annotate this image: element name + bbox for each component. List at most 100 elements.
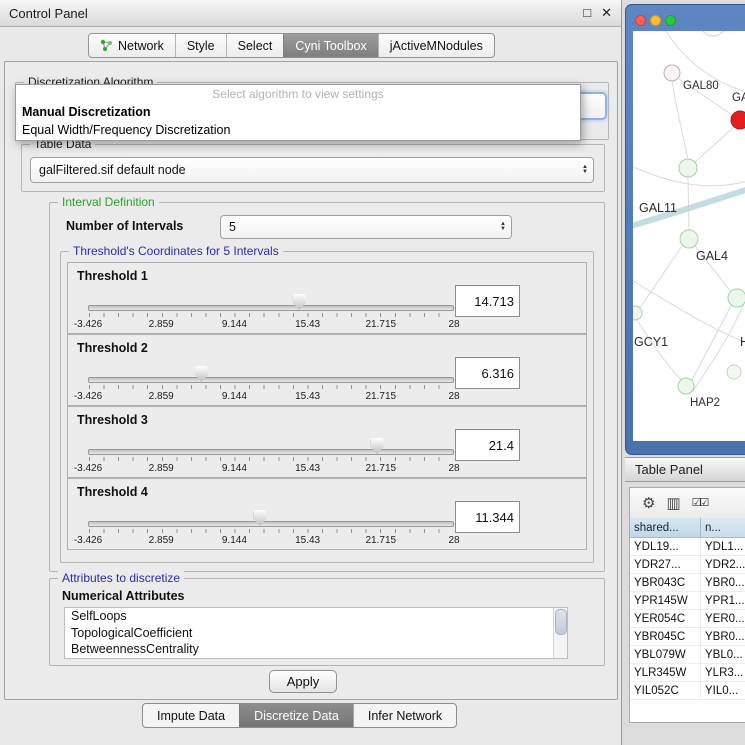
minimize-traffic-light[interactable]: [650, 15, 661, 26]
tab-discretize-data[interactable]: Discretize Data: [239, 704, 353, 727]
table-cell[interactable]: YLR3...: [701, 664, 745, 681]
numerical-attributes-list[interactable]: SelfLoopsTopologicalCoefficientBetweenne…: [64, 607, 568, 659]
dropdown-option-equal-width-frequency[interactable]: Equal Width/Frequency Discretization: [16, 121, 580, 139]
table-cell[interactable]: YBL079W: [630, 646, 701, 663]
threshold-1-slider[interactable]: -3.4262.8599.14415.4321.71528: [88, 289, 454, 331]
slider-ticks: [89, 313, 453, 317]
table-row[interactable]: YDR27...YDR2...: [630, 556, 745, 574]
table-cell[interactable]: YIL052C: [630, 682, 701, 699]
attribute-list-item[interactable]: SelfLoops: [65, 608, 554, 625]
slider-scale-label: 15.43: [295, 463, 320, 474]
thresholds-coordinates-group: Threshold's Coordinates for 5 Intervals …: [60, 251, 594, 563]
threshold-2-value-field[interactable]: 6.316: [455, 357, 520, 389]
table-cell[interactable]: YLR345W: [630, 664, 701, 681]
table-cell[interactable]: YBR0...: [701, 574, 745, 591]
tab-cyni-toolbox[interactable]: Cyni Toolbox: [283, 34, 377, 57]
table-panel-header[interactable]: Table Panel: [625, 457, 745, 482]
threshold-4-value-field[interactable]: 11.344: [455, 501, 520, 533]
table-row[interactable]: YER054CYER0...: [630, 610, 745, 628]
threshold-2-slider[interactable]: -3.4262.8599.14415.4321.71528: [88, 361, 454, 403]
node-label: HAP2: [690, 397, 720, 409]
slider-scale-label: 28: [448, 535, 459, 546]
scrollbar-thumb[interactable]: [555, 609, 567, 635]
attribute-list-item[interactable]: BetweennessCentrality: [65, 641, 554, 658]
column-header-shared-name[interactable]: shared...: [630, 518, 701, 538]
list-scrollbar[interactable]: [553, 608, 567, 658]
threshold-3-value-field[interactable]: 21.4: [455, 429, 520, 461]
table-row[interactable]: YBR043CYBR0...: [630, 574, 745, 592]
tab-select[interactable]: Select: [226, 34, 284, 57]
network-node[interactable]: [727, 365, 741, 379]
slider-scale-label: 9.144: [222, 463, 247, 474]
table-cell[interactable]: YPR145W: [630, 592, 701, 609]
slider-scale-label: 2.859: [149, 463, 174, 474]
number-of-intervals-combobox[interactable]: 5 ▲ ▼: [220, 215, 512, 239]
table-cell[interactable]: YBR0...: [701, 628, 745, 645]
table-cell[interactable]: YER0...: [701, 610, 745, 627]
slider-track: [88, 377, 454, 383]
show-columns-icon[interactable]: ▥: [666, 496, 680, 511]
table-cell[interactable]: YDL1...: [701, 538, 745, 555]
selected-network-node[interactable]: [731, 111, 745, 129]
tab-label: Discretize Data: [254, 709, 339, 723]
tab-infer-network[interactable]: Infer Network: [353, 704, 456, 727]
select-columns-checks-icon[interactable]: ☑☑: [692, 498, 708, 509]
tab-network[interactable]: Network: [89, 34, 175, 57]
table-row[interactable]: YLR345WYLR3...: [630, 664, 745, 682]
threshold-1-value-field[interactable]: 14.713: [455, 285, 520, 317]
table-cell[interactable]: YBR043C: [630, 574, 701, 591]
table-row[interactable]: YIL052CYIL0...: [630, 682, 745, 700]
network-canvas[interactable]: GAL80 GA GAL11 GAL4 GCY1 H HAP2: [633, 31, 745, 441]
table-row[interactable]: YBR045CYBR0...: [630, 628, 745, 646]
threshold-label: Threshold 3: [77, 413, 148, 427]
network-node[interactable]: [728, 289, 745, 307]
table-cell[interactable]: YDR2...: [701, 556, 745, 573]
table-settings-gear-icon[interactable]: ⚙: [642, 496, 655, 511]
table-row[interactable]: YDL19...YDL1...: [630, 538, 745, 556]
attributes-to-discretize-group: Attributes to discretize Numerical Attri…: [49, 578, 605, 666]
table-cell[interactable]: YBR045C: [630, 628, 701, 645]
slider-scale-label: -3.426: [74, 319, 102, 330]
table-cell[interactable]: YDL19...: [630, 538, 701, 555]
table-cell[interactable]: YDR27...: [630, 556, 701, 573]
table-row[interactable]: YBL079WYBL0...: [630, 646, 745, 664]
threshold-4-slider[interactable]: -3.4262.8599.14415.4321.71528: [88, 505, 454, 547]
tab-impute-data[interactable]: Impute Data: [143, 704, 239, 727]
float-window-icon[interactable]: □: [583, 5, 591, 21]
network-node[interactable]: [680, 230, 698, 248]
slider-scale-label: 9.144: [222, 319, 247, 330]
slider-ticks: [89, 529, 453, 533]
network-node[interactable]: [678, 378, 694, 394]
threshold-3-slider[interactable]: -3.4262.8599.14415.4321.71528: [88, 433, 454, 475]
table-cell[interactable]: YPR1...: [701, 592, 745, 609]
table-row[interactable]: YPR145WYPR1...: [630, 592, 745, 610]
slider-scale-label: 21.715: [366, 463, 397, 474]
zoom-traffic-light[interactable]: [665, 15, 676, 26]
tab-style[interactable]: Style: [175, 34, 226, 57]
algorithm-dropdown-popup: Select algorithm to view settings Manual…: [15, 84, 581, 141]
slider-scale-label: 2.859: [149, 535, 174, 546]
network-node[interactable]: [664, 65, 680, 81]
network-node[interactable]: [679, 159, 697, 177]
slider-scale-label: 15.43: [295, 319, 320, 330]
slider-scale: -3.4262.8599.14415.4321.71528: [88, 391, 454, 403]
slider-scale-label: -3.426: [74, 463, 102, 474]
table-cell[interactable]: YIL0...: [701, 682, 745, 699]
close-traffic-light[interactable]: [635, 15, 646, 26]
network-node[interactable]: [633, 306, 642, 320]
table-cell[interactable]: YER054C: [630, 610, 701, 627]
table-cell[interactable]: YBL0...: [701, 646, 745, 663]
node-label: GAL80: [683, 80, 719, 92]
close-icon[interactable]: ✕: [601, 5, 612, 21]
number-of-intervals-label: Number of Intervals: [66, 219, 183, 233]
table-data-combobox[interactable]: galFiltered.sif default node ▲ ▼: [30, 157, 594, 183]
tab-label: Impute Data: [157, 709, 225, 723]
dropdown-option-manual-discretization[interactable]: Manual Discretization: [16, 103, 580, 121]
combobox-value: galFiltered.sif default node: [39, 163, 186, 177]
apply-button[interactable]: Apply: [269, 670, 337, 693]
node-label: GAL4: [696, 249, 728, 263]
tab-jactivemnodules[interactable]: jActiveMNodules: [378, 34, 494, 57]
column-header-name[interactable]: n...: [701, 518, 745, 538]
network-node[interactable]: [700, 31, 726, 36]
attribute-list-item[interactable]: TopologicalCoefficient: [65, 625, 554, 642]
